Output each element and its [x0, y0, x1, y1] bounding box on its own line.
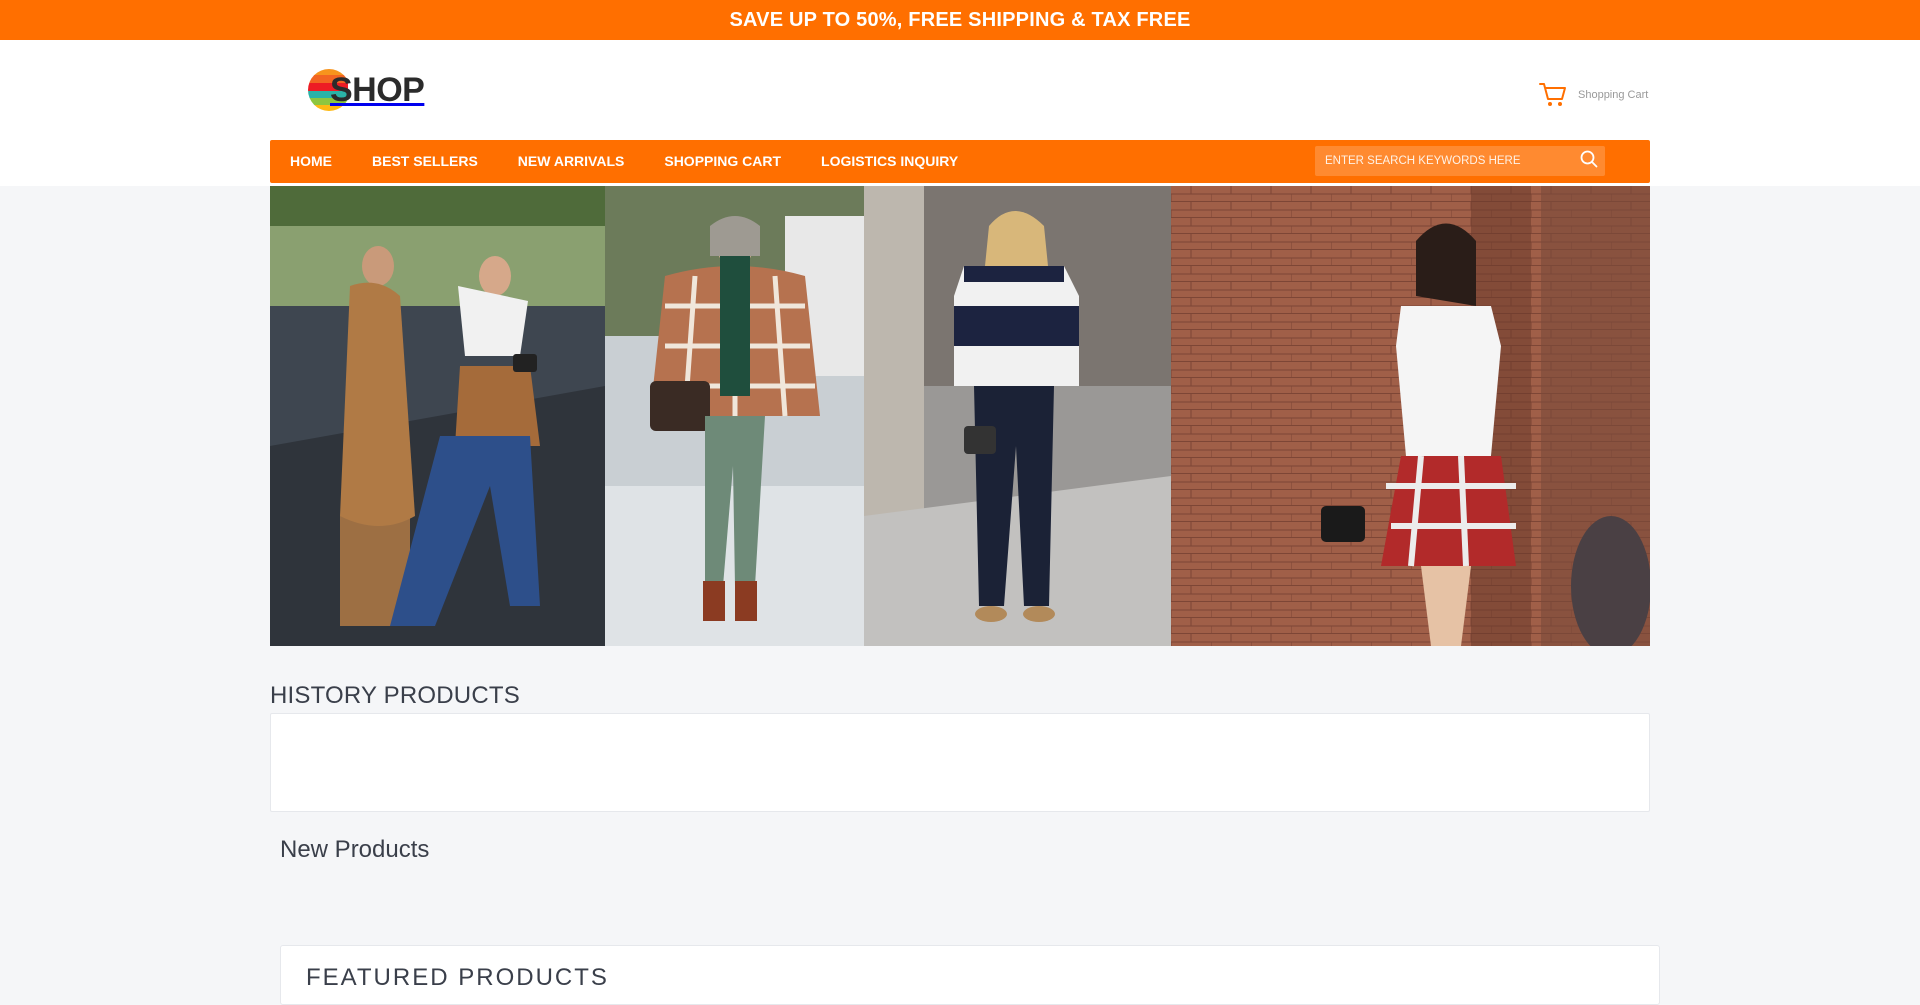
- history-products-title: HISTORY PRODUCTS: [270, 682, 520, 709]
- nav-item-best-sellers[interactable]: BEST SELLERS: [352, 140, 498, 183]
- featured-products-panel: FEATURED PRODUCTS: [280, 945, 1660, 1005]
- promo-banner: SAVE UP TO 50%, FREE SHIPPING & TAX FREE: [0, 0, 1920, 40]
- site-logo[interactable]: SHOP: [308, 66, 425, 114]
- nav-item-shopping-cart[interactable]: SHOPPING CART: [644, 140, 801, 183]
- banner-photo-4: [1171, 186, 1650, 646]
- nav-item-new-arrivals[interactable]: NEW ARRIVALS: [498, 140, 645, 183]
- search-button[interactable]: [1573, 146, 1605, 176]
- site-header: SHOP Shopping Cart HOME BEST SELLERS NEW…: [0, 40, 1920, 186]
- new-products-title: New Products: [280, 836, 430, 863]
- featured-products-title: FEATURED PRODUCTS: [306, 964, 609, 991]
- header-cart-link[interactable]: Shopping Cart: [1538, 80, 1648, 110]
- header-cart-label: Shopping Cart: [1578, 89, 1649, 101]
- banner-photo-1: [270, 186, 605, 646]
- main-nav: HOME BEST SELLERS NEW ARRIVALS SHOPPING …: [270, 140, 1650, 183]
- search-icon: [1580, 150, 1598, 173]
- logo-text: SHOP: [330, 70, 425, 109]
- history-products-panel: [270, 713, 1650, 812]
- search-box: [1315, 146, 1605, 176]
- nav-item-home[interactable]: HOME: [270, 140, 352, 183]
- banner-photo-2: [605, 186, 864, 646]
- nav-item-logistics-inquiry[interactable]: LOGISTICS INQUIRY: [801, 140, 978, 183]
- hero-banner[interactable]: [270, 186, 1650, 646]
- promo-text: SAVE UP TO 50%, FREE SHIPPING & TAX FREE: [729, 8, 1191, 31]
- banner-photo-3: [864, 186, 1171, 646]
- search-input[interactable]: [1315, 146, 1573, 176]
- shopping-cart-icon: [1538, 80, 1568, 111]
